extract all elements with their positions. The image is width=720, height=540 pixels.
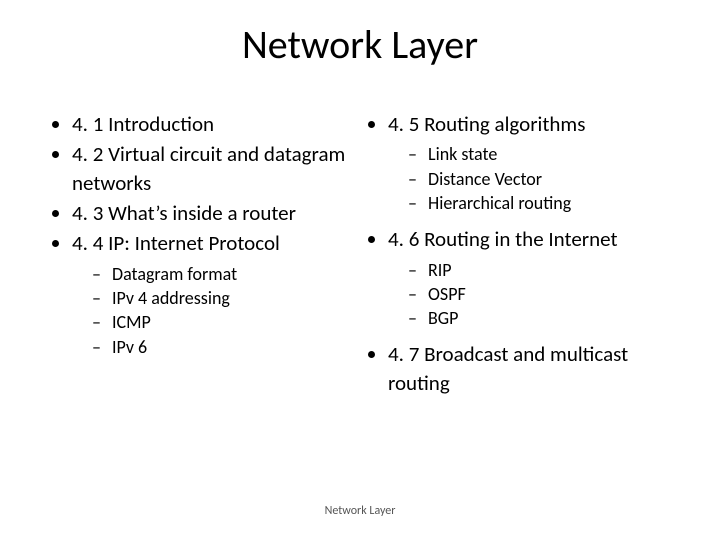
left-bullets: 4. 1 Introduction 4. 2 Virtual circuit a… <box>48 110 364 258</box>
footer-text: Network Layer <box>0 504 720 518</box>
list-item: 4. 1 Introduction <box>72 110 364 138</box>
right-column: 4. 5 Routing algorithms Link state Dista… <box>364 110 680 399</box>
list-item: OSPF <box>408 282 680 306</box>
list-item: Hierarchical routing <box>408 191 680 215</box>
list-item: Link state <box>408 142 680 166</box>
list-item: Distance Vector <box>408 167 680 191</box>
right-sublist-45: Link state Distance Vector Hierarchical … <box>364 142 680 215</box>
list-item: Datagram format <box>92 262 364 286</box>
left-sublist: Datagram format IPv 4 addressing ICMP IP… <box>48 262 364 359</box>
list-item: BGP <box>408 306 680 330</box>
right-bullets-3: 4. 7 Broadcast and multicast routing <box>364 340 680 397</box>
right-bullets-1: 4. 5 Routing algorithms <box>364 110 680 138</box>
list-item: RIP <box>408 258 680 282</box>
list-item: 4. 6 Routing in the Internet <box>388 225 680 253</box>
left-column: 4. 1 Introduction 4. 2 Virtual circuit a… <box>48 110 364 399</box>
list-item: 4. 4 IP: Internet Protocol <box>72 229 364 257</box>
right-sublist-46: RIP OSPF BGP <box>364 258 680 331</box>
list-item: 4. 7 Broadcast and multicast routing <box>388 340 680 397</box>
list-item: 4. 3 What’s inside a router <box>72 199 364 227</box>
slide: Network Layer 4. 1 Introduction 4. 2 Vir… <box>0 0 720 540</box>
list-item: IPv 6 <box>92 335 364 359</box>
slide-body: 4. 1 Introduction 4. 2 Virtual circuit a… <box>48 110 680 399</box>
slide-title: Network Layer <box>0 20 720 69</box>
right-bullets-2: 4. 6 Routing in the Internet <box>364 225 680 253</box>
list-item: 4. 2 Virtual circuit and datagram networ… <box>72 140 364 197</box>
list-item: IPv 4 addressing <box>92 286 364 310</box>
list-item: ICMP <box>92 310 364 334</box>
list-item: 4. 5 Routing algorithms <box>388 110 680 138</box>
